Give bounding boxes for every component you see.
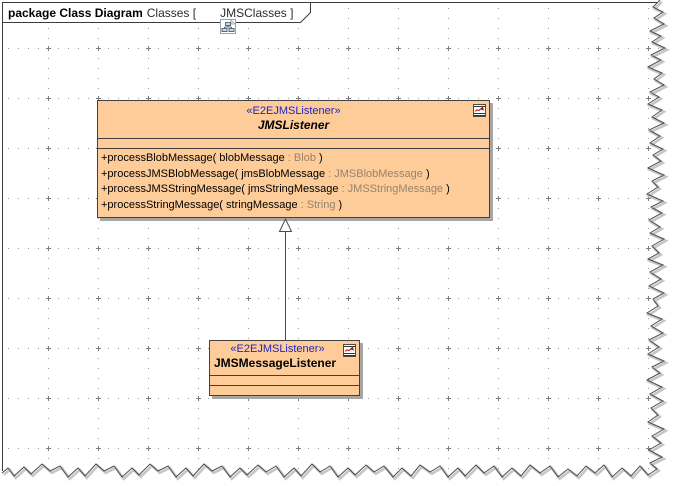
class-name: JMSMessageListener — [210, 356, 359, 371]
stereotype-label: «E2EJMSListener» — [210, 341, 359, 356]
attributes-compartment — [210, 375, 359, 385]
attributes-compartment — [98, 138, 489, 148]
class-diagram-icon — [200, 5, 216, 20]
class-jmslistener[interactable]: «E2EJMSListener» JMSListener +processBlo… — [97, 100, 490, 218]
e2e-stereotype-icon — [473, 104, 486, 117]
frame-context-label: Classes [ — [147, 6, 196, 20]
e2e-stereotype-icon — [343, 344, 356, 357]
operation: +processJMSStringMessage( jmsStringMessa… — [101, 182, 489, 198]
diagram-background — [0, 0, 673, 486]
generalization-arrow[interactable] — [0, 0, 673, 486]
operation: +processJMSBlobMessage( jmsBlobMessage :… — [101, 167, 489, 183]
operations-compartment — [210, 385, 359, 396]
stereotype-label: «E2EJMSListener» — [98, 101, 489, 118]
frame-diagram-name: JMSClasses ] — [220, 6, 293, 20]
hollow-triangle-arrowhead — [280, 219, 292, 232]
class-name: JMSListener — [98, 118, 489, 133]
grid-dots — [3, 3, 665, 480]
frame-kind-label: package Class Diagram — [8, 6, 143, 20]
class-jmsmessagelistener[interactable]: «E2EJMSListener» JMSMessageListener — [209, 340, 360, 396]
package-frame-tab: package Class Diagram Classes [ JMSClass… — [8, 5, 293, 20]
torn-edge — [0, 0, 673, 486]
diagram-canvas: package Class Diagram Classes [ JMSClass… — [0, 0, 673, 486]
operations-compartment: +processBlobMessage( blobMessage : Blob … — [98, 148, 489, 213]
operation: +processStringMessage( stringMessage : S… — [101, 198, 489, 214]
operation: +processBlobMessage( blobMessage : Blob … — [101, 151, 489, 167]
